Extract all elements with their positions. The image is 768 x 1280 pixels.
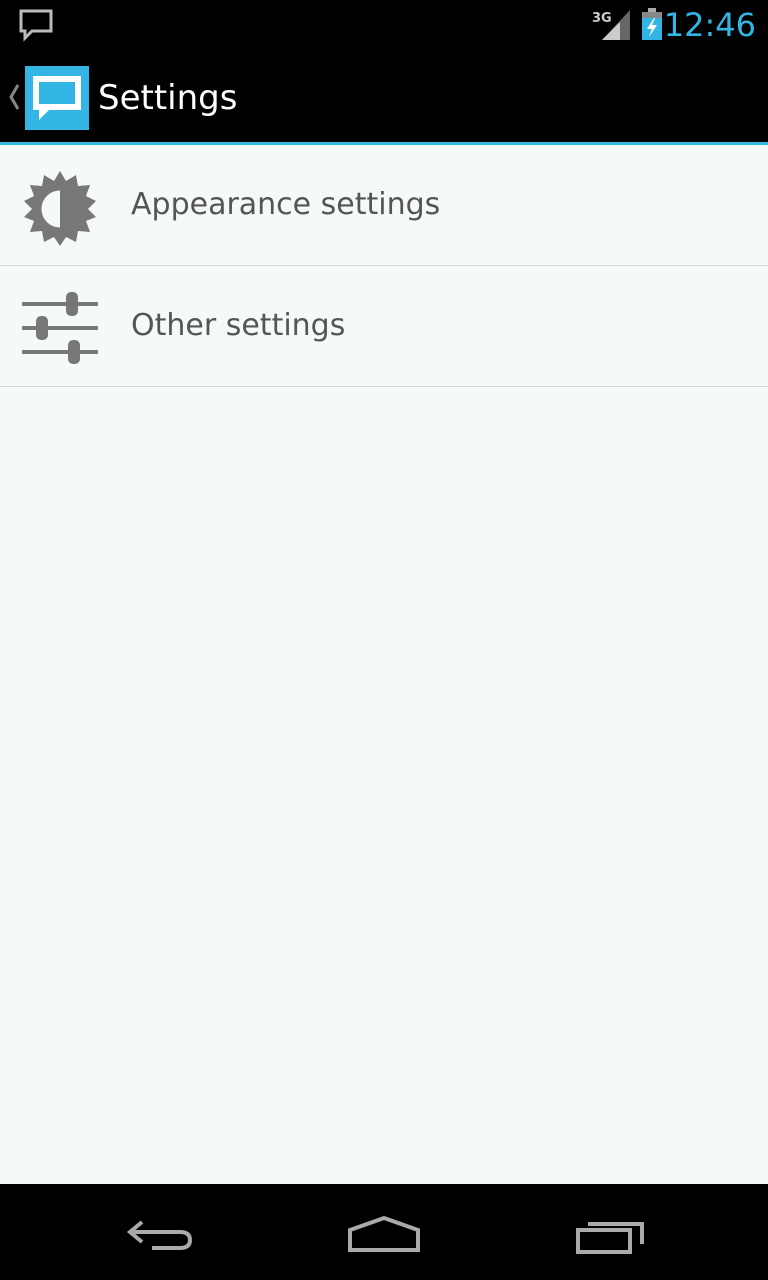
appearance-settings-label: Appearance settings [131,187,441,222]
page-title: Settings [98,78,238,118]
back-icon[interactable] [110,1202,210,1262]
clock: 12:46 [663,6,756,44]
recents-icon[interactable] [560,1202,660,1262]
home-icon[interactable] [334,1202,434,1262]
svg-text:3G: 3G [592,11,612,26]
status-bar: 3G 12:46 [0,0,768,50]
battery-charging-icon [642,8,662,40]
chat-bubble-icon[interactable] [25,66,89,130]
other-settings-label: Other settings [131,308,346,343]
signal-3g-icon: 3G [592,10,630,40]
message-notification-icon [19,9,53,42]
navigation-bar [0,1184,768,1280]
up-caret-icon[interactable] [7,82,21,112]
settings-list: Appearance settings Other settings [0,145,768,387]
brightness-gear-icon [24,171,96,246]
appearance-settings-item[interactable]: Appearance settings [0,145,768,266]
sliders-icon [22,292,98,364]
other-settings-item[interactable]: Other settings [0,266,768,387]
action-bar: Settings [0,50,768,142]
